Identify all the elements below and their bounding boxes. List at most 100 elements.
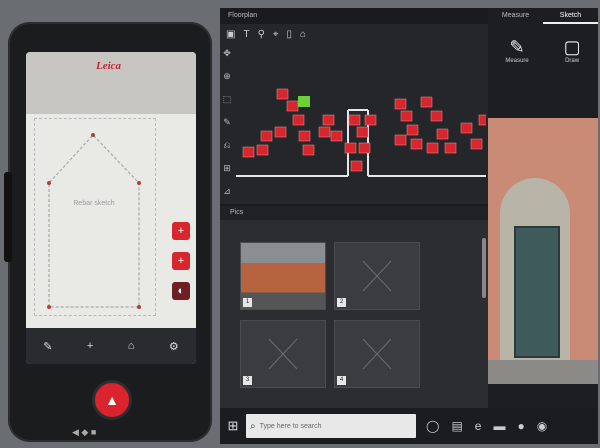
plus-icon[interactable]: +: [87, 340, 93, 352]
measurement-marker[interactable]: [478, 114, 486, 126]
vertical-toolbar: ✥ ⊕ ⬚ ✎ ⎌ ⊞ ⊿: [220, 44, 234, 197]
photos-scrollbar[interactable]: [482, 238, 486, 298]
empty-thumbnail[interactable]: 3: [240, 320, 326, 388]
empty-thumbnail[interactable]: 2: [334, 242, 420, 310]
measure-tool-label: Measure: [505, 58, 529, 64]
floorplan-drawing: [236, 88, 486, 177]
empty-thumbnail[interactable]: 4: [334, 320, 420, 388]
floorplan-window: Floorplan ▣ T ⚲ ⌖ ▯ ⌂ ✥ ⊕ ⬚ ✎ ⎌ ⊞ ⊿ Pics…: [220, 8, 488, 410]
windows-start-icon[interactable]: ⊞: [220, 418, 246, 434]
device-screen: Leica Rebar sketch + + ◐ ✎ + ⌂ ⚙: [26, 52, 196, 364]
taskbar-search[interactable]: ⌕ Type here to search: [246, 414, 416, 438]
home-icon[interactable]: ⌂: [128, 340, 135, 352]
measure-tool[interactable]: ✎ Measure: [505, 36, 528, 64]
handheld-device: Leica Rebar sketch + + ◐ ✎ + ⌂ ⚙ ▲ ◀ ◆ ■: [4, 22, 212, 442]
measurement-marker[interactable]: [348, 114, 361, 126]
angle-icon[interactable]: ⊿: [223, 186, 231, 197]
measurement-marker[interactable]: [394, 134, 407, 146]
photos-panel: Pics 1 2 3 4: [220, 204, 488, 410]
add-measure-button[interactable]: +: [172, 222, 190, 240]
tool-row: ✎ Measure ▢ Draw: [488, 24, 598, 76]
measurement-marker[interactable]: [356, 126, 369, 138]
draw-icon[interactable]: ✎: [223, 117, 231, 128]
capture-button[interactable]: ▲: [92, 380, 132, 420]
door: [514, 226, 560, 358]
photo-thumbnail[interactable]: 1: [240, 242, 326, 310]
measurement-marker[interactable]: [286, 100, 299, 112]
window-title: Floorplan: [220, 8, 488, 24]
device-camera-view: Leica: [26, 52, 196, 114]
photos-title: Pics: [220, 206, 488, 220]
draw-tool[interactable]: ▢ Draw: [564, 36, 581, 64]
device-toolbar: ✎ + ⌂ ⚙: [26, 328, 196, 364]
placeholder-x-icon: [362, 260, 392, 292]
folder-icon[interactable]: ▬: [493, 419, 505, 433]
measurement-marker[interactable]: [444, 142, 457, 154]
device-clamp: [4, 172, 12, 262]
frame-icon[interactable]: ▣: [226, 29, 235, 40]
select-icon[interactable]: ⬚: [223, 94, 232, 105]
taskbar: ⊞ ⌕ Type here to search ◯ ▤ e ▬ ● ◉: [220, 408, 598, 444]
measurement-marker[interactable]: [274, 126, 287, 138]
measurement-marker[interactable]: [406, 124, 419, 136]
text-tool-icon[interactable]: T: [243, 29, 249, 40]
placeholder-x-icon: [362, 338, 392, 370]
mode-button[interactable]: ◐: [172, 282, 190, 300]
measurement-marker[interactable]: [400, 110, 413, 122]
undo-icon[interactable]: ⎌: [223, 140, 230, 151]
grid-icon[interactable]: ⊞: [223, 163, 231, 174]
measurement-marker[interactable]: [436, 128, 449, 140]
measurement-marker[interactable]: [420, 96, 433, 108]
zoom-icon[interactable]: ⊕: [223, 71, 231, 82]
measurement-marker[interactable]: [430, 110, 443, 122]
add-point-button[interactable]: +: [172, 252, 190, 270]
measurement-marker[interactable]: [358, 142, 371, 154]
measurement-marker[interactable]: [426, 142, 439, 154]
measurement-marker[interactable]: [460, 122, 473, 134]
sketch-area[interactable]: Rebar sketch: [34, 118, 156, 316]
building-photo[interactable]: [488, 118, 598, 384]
measurement-marker[interactable]: [344, 142, 357, 154]
tab-measure[interactable]: Measure: [488, 8, 543, 24]
gear-icon[interactable]: ⚙: [169, 340, 179, 353]
measurement-marker[interactable]: [350, 160, 363, 172]
pencil-icon[interactable]: ✎: [43, 340, 52, 353]
brand-logo: Leica: [96, 60, 122, 72]
measurement-marker[interactable]: [298, 130, 311, 142]
measurement-marker[interactable]: [242, 146, 255, 158]
house-sketch: [47, 133, 141, 309]
move-icon[interactable]: ✥: [223, 48, 231, 59]
app-icon[interactable]: ◉: [537, 419, 547, 433]
pin-icon[interactable]: ⚲: [258, 29, 265, 40]
thumbnail-number: 3: [243, 376, 252, 385]
pencil-icon: ✎: [509, 37, 525, 57]
measurement-marker[interactable]: [330, 130, 343, 142]
task-view-icon[interactable]: ▤: [451, 419, 462, 433]
taskbar-icons: ◯ ▤ e ▬ ● ◉: [426, 419, 547, 433]
measurement-marker[interactable]: [322, 114, 335, 126]
edge-icon[interactable]: e: [475, 419, 482, 433]
search-placeholder: Type here to search: [259, 422, 322, 430]
chrome-icon[interactable]: ●: [517, 419, 524, 433]
measurement-marker[interactable]: [364, 114, 377, 126]
measurement-marker[interactable]: [302, 144, 315, 156]
measurement-marker[interactable]: [260, 130, 273, 142]
home-icon[interactable]: ⌂: [300, 29, 306, 40]
measurement-marker[interactable]: [276, 88, 289, 100]
measurement-marker[interactable]: [410, 138, 423, 150]
measurement-marker[interactable]: [394, 98, 407, 110]
measurement-marker[interactable]: [292, 114, 305, 126]
measurement-marker[interactable]: [470, 138, 483, 150]
trash-icon[interactable]: ▯: [287, 29, 293, 40]
cortana-icon[interactable]: ◯: [426, 419, 439, 433]
floorplan-canvas[interactable]: [236, 44, 486, 194]
measurement-marker[interactable]: [318, 126, 331, 138]
thumbnail-number: 4: [337, 376, 346, 385]
rectangle-icon: ▢: [563, 37, 581, 57]
target-icon[interactable]: ⌖: [273, 29, 279, 40]
search-icon: ⌕: [250, 420, 256, 432]
device-nav-keys[interactable]: ◀ ◆ ■: [72, 427, 96, 438]
tab-sketch[interactable]: Sketch: [543, 8, 598, 24]
selected-marker[interactable]: [298, 96, 310, 107]
measurement-marker[interactable]: [256, 144, 269, 156]
